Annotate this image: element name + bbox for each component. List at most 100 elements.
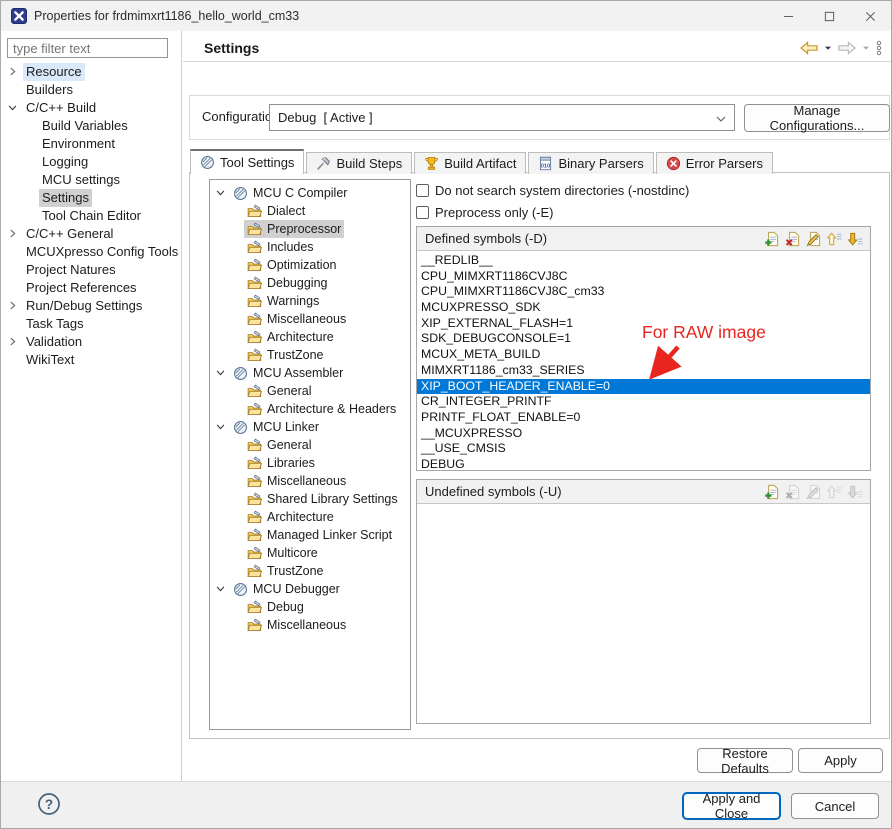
sidebar-item-resource[interactable]: Resource xyxy=(1,63,180,81)
tool-tree-item-mcu-linker-managed-linker-script[interactable]: Managed Linker Script xyxy=(210,526,410,544)
sidebar-item-tool-chain-editor[interactable]: Tool Chain Editor xyxy=(1,207,180,225)
tool-tree-item-mcu-c-compiler-optimization[interactable]: Optimization xyxy=(210,256,410,274)
tool-tree-item-mcu-c-compiler-architecture[interactable]: Architecture xyxy=(210,328,410,346)
move-down-icon[interactable] xyxy=(848,231,864,247)
sidebar-item-project-references[interactable]: Project References xyxy=(1,279,180,297)
add-doc-icon[interactable] xyxy=(764,231,780,247)
manage-configurations-button[interactable]: Manage Configurations... xyxy=(744,104,890,132)
tool-tree-item-mcu-debugger-miscellaneous[interactable]: Miscellaneous xyxy=(210,616,410,634)
symbol-row-cpu-mimxrt1186cvj8c[interactable]: CPU_MIMXRT1186CVJ8C xyxy=(417,269,870,285)
minimize-button[interactable] xyxy=(768,1,809,31)
maximize-button[interactable] xyxy=(809,1,850,31)
chevron-expanded-icon[interactable] xyxy=(214,582,227,595)
tool-tree-item-mcu-c-compiler-warnings[interactable]: Warnings xyxy=(210,292,410,310)
chevron-expanded-icon[interactable] xyxy=(214,420,227,433)
tool-tree-item-mcu-linker-architecture[interactable]: Architecture xyxy=(210,508,410,526)
apply-button[interactable]: Apply xyxy=(798,748,883,773)
symbol-row-cpu-mimxrt1186cvj8c-cm33[interactable]: CPU_MIMXRT1186CVJ8C_cm33 xyxy=(417,284,870,300)
symbol-row-debug[interactable]: DEBUG xyxy=(417,457,870,470)
sidebar-item-mcu-settings[interactable]: MCU settings xyxy=(1,171,180,189)
tool-tree-item-mcu-linker-miscellaneous[interactable]: Miscellaneous xyxy=(210,472,410,490)
tool-tree-item-mcu-linker-general[interactable]: General xyxy=(210,436,410,454)
tool-tree-group-mcu-assembler[interactable]: MCU Assembler xyxy=(210,364,410,382)
symbol-row-mcux-meta-build[interactable]: MCUX_META_BUILD xyxy=(417,347,870,363)
tab-build-artifact[interactable]: Build Artifact xyxy=(414,152,526,174)
configuration-select[interactable]: Debug [ Active ] xyxy=(269,104,735,131)
tool-tree-item-mcu-c-compiler-dialect[interactable]: Dialect xyxy=(210,202,410,220)
tool-tree-item-mcu-assembler-architecture-headers[interactable]: Architecture & Headers xyxy=(210,400,410,418)
tool-tree-group-mcu-debugger[interactable]: MCU Debugger xyxy=(210,580,410,598)
symbol-row-printf-float-enable-0[interactable]: PRINTF_FLOAT_ENABLE=0 xyxy=(417,410,870,426)
cancel-button[interactable]: Cancel xyxy=(791,793,879,819)
apply-and-close-button[interactable]: Apply and Close xyxy=(683,793,780,819)
tool-tree-item-mcu-assembler-general[interactable]: General xyxy=(210,382,410,400)
move-up-icon[interactable] xyxy=(827,231,843,247)
tool-tree-item-mcu-debugger-debug[interactable]: Debug xyxy=(210,598,410,616)
sidebar-item-run-debug-settings[interactable]: Run/Debug Settings xyxy=(1,297,180,315)
chevron-collapsed-icon[interactable] xyxy=(6,227,19,240)
tool-tree-item-inner: Warnings xyxy=(244,292,322,310)
view-menu-icon[interactable] xyxy=(875,40,883,56)
option-do-not-search-system-directories-nostdinc[interactable]: Do not search system directories (-nostd… xyxy=(416,179,689,201)
chevron-expanded-icon[interactable] xyxy=(6,101,19,114)
tool-tree-item-mcu-linker-trustzone[interactable]: TrustZone xyxy=(210,562,410,580)
tool-tree-item-mcu-c-compiler-preprocessor[interactable]: Preprocessor xyxy=(210,220,410,238)
sidebar-item-build-variables[interactable]: Build Variables xyxy=(1,117,180,135)
sidebar-item-c-c-general[interactable]: C/C++ General xyxy=(1,225,180,243)
sidebar-item-logging[interactable]: Logging xyxy=(1,153,180,171)
sidebar-item-builders[interactable]: Builders xyxy=(1,81,180,99)
sidebar-item-mcuxpresso-config-tools[interactable]: MCUXpresso Config Tools xyxy=(1,243,180,261)
sidebar-item-environment[interactable]: Environment xyxy=(1,135,180,153)
symbol-row-mcuxpresso[interactable]: __MCUXPRESSO xyxy=(417,426,870,442)
sidebar-item-settings[interactable]: Settings xyxy=(1,189,180,207)
symbol-row-xip-boot-header-enable-0[interactable]: XIP_BOOT_HEADER_ENABLE=0 xyxy=(417,379,870,395)
tab-binary-parsers[interactable]: 010Binary Parsers xyxy=(528,152,653,174)
back-caret-icon[interactable] xyxy=(824,44,832,52)
sidebar-item-wikitext[interactable]: WikiText xyxy=(1,351,180,369)
tool-tree-item-mcu-linker-shared-library-settings[interactable]: Shared Library Settings xyxy=(210,490,410,508)
sidebar-item-task-tags[interactable]: Task Tags xyxy=(1,315,180,333)
tool-tree-group-mcu-c-compiler[interactable]: MCU C Compiler xyxy=(210,184,410,202)
tool-tree-group-inner: MCU Debugger xyxy=(230,580,343,598)
chevron-expanded-icon[interactable] xyxy=(214,366,227,379)
checkbox-unchecked[interactable] xyxy=(416,206,429,219)
filter-input[interactable] xyxy=(7,38,168,58)
tool-tree-item-mcu-c-compiler-includes[interactable]: Includes xyxy=(210,238,410,256)
edit-doc-icon[interactable] xyxy=(806,231,822,247)
tool-tree-group-label: MCU Debugger xyxy=(253,580,340,598)
tool-tree-item-mcu-c-compiler-trustzone[interactable]: TrustZone xyxy=(210,346,410,364)
tool-tree-item-mcu-c-compiler-debugging[interactable]: Debugging xyxy=(210,274,410,292)
forward-arrow-icon[interactable] xyxy=(837,40,857,56)
sidebar-item-project-natures[interactable]: Project Natures xyxy=(1,261,180,279)
chevron-collapsed-icon[interactable] xyxy=(6,299,19,312)
help-button[interactable]: ? xyxy=(37,792,61,816)
restore-defaults-button[interactable]: Restore Defaults xyxy=(697,748,793,773)
sidebar-item-validation[interactable]: Validation xyxy=(1,333,180,351)
add-doc-icon[interactable] xyxy=(764,484,780,500)
tab-error-parsers[interactable]: Error Parsers xyxy=(656,152,773,174)
chevron-collapsed-icon[interactable] xyxy=(6,335,19,348)
forward-caret-icon[interactable] xyxy=(862,44,870,52)
checkbox-unchecked[interactable] xyxy=(416,184,429,197)
option-preprocess-only-e[interactable]: Preprocess only (-E) xyxy=(416,201,689,223)
tool-tree-item-mcu-linker-libraries[interactable]: Libraries xyxy=(210,454,410,472)
symbol-row-mcuxpresso-sdk[interactable]: MCUXPRESSO_SDK xyxy=(417,300,870,316)
delete-doc-icon[interactable] xyxy=(785,231,801,247)
tab-tool-settings[interactable]: Tool Settings xyxy=(190,149,304,174)
tool-tree-item-mcu-linker-multicore[interactable]: Multicore xyxy=(210,544,410,562)
main-panel: Settings Configuration: Debug [ Active ]… xyxy=(183,31,892,781)
symbol-row-mimxrt1186-cm33-series[interactable]: MIMXRT1186_cm33_SERIES xyxy=(417,363,870,379)
close-button[interactable] xyxy=(850,1,891,31)
tab-build-steps[interactable]: Build Steps xyxy=(306,152,412,174)
symbol-row-redlib[interactable]: __REDLIB__ xyxy=(417,253,870,269)
chevron-expanded-icon[interactable] xyxy=(214,186,227,199)
back-arrow-icon[interactable] xyxy=(799,40,819,56)
sidebar-item-c-c-build[interactable]: C/C++ Build xyxy=(1,99,180,117)
properties-category-tree: ResourceBuildersC/C++ BuildBuild Variabl… xyxy=(1,63,180,369)
symbol-row-use-cmsis[interactable]: __USE_CMSIS xyxy=(417,441,870,457)
chevron-collapsed-icon[interactable] xyxy=(6,65,19,78)
folder-pencil-icon xyxy=(247,276,262,291)
tool-tree-group-mcu-linker[interactable]: MCU Linker xyxy=(210,418,410,436)
tool-tree-item-mcu-c-compiler-miscellaneous[interactable]: Miscellaneous xyxy=(210,310,410,328)
symbol-row-cr-integer-printf[interactable]: CR_INTEGER_PRINTF xyxy=(417,394,870,410)
